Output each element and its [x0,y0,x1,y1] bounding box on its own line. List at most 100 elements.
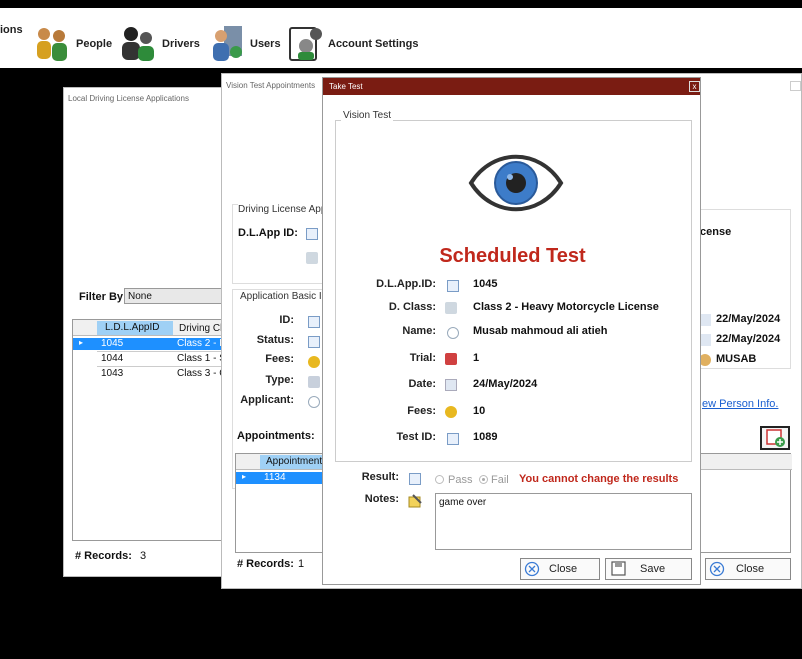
filter-label: Filter By: [79,291,127,303]
applicant-label: Applicant: [240,394,294,406]
money-icon [445,406,457,418]
close-button-label: Close [549,563,578,575]
id-label: ID: [279,314,294,326]
table-cell[interactable]: 1045 [101,338,123,349]
ldla-window: Local Driving License Applications Filte… [63,87,240,577]
license-card-icon [306,252,318,264]
menu-item-drivers[interactable]: Drivers [118,24,200,64]
fail-label: Fail [491,474,509,486]
id-icon [306,228,318,240]
save-icon [611,561,626,576]
money-icon [308,356,320,368]
main-menu-bar: ions People Drivers Users Account Settin… [0,8,802,68]
type-icon [308,376,320,388]
row-indicator-icon: ▸ [79,338,84,347]
id-icon [447,433,459,445]
basic-info-group-title: Application Basic I [240,291,322,302]
class-label: D. Class: [388,301,436,313]
id-icon [308,316,320,328]
notes-textarea[interactable]: game over [435,493,692,550]
show-person-info-link[interactable]: ew Person Info. [702,398,778,410]
test-id-label: Test ID: [396,431,436,443]
account-settings-icon [289,27,322,61]
save-button[interactable]: Save [605,558,692,580]
trial-label: Trial: [409,352,436,364]
filter-select-value: None [128,291,152,302]
person-icon [447,327,459,339]
id-icon [447,280,459,292]
date-value: 22/May/2024 [716,333,781,345]
add-appointment-button[interactable] [760,426,790,450]
close-circle-icon [709,561,725,577]
appointments-label: Appointments: [237,430,315,442]
person-icon [308,396,320,408]
records-label: # Records: [237,558,294,570]
save-button-label: Save [640,563,666,575]
license-card-icon [445,302,457,314]
records-count: 1 [298,558,305,570]
pass-radio[interactable] [435,475,444,484]
trial-value: 1 [473,352,480,364]
close-button[interactable]: Close [705,558,791,580]
fees-label: Fees: [407,405,436,417]
dlapp-id-label: D.L.App.ID: [376,278,436,290]
fees-label: Fees: [265,353,294,365]
created-by-value: MUSAB [716,353,757,365]
people-icon [37,28,67,61]
test-id-value: 1089 [473,431,498,443]
records-count: 3 [140,550,147,562]
dlapp-id-value: 1045 [473,278,498,290]
notes-icon [408,494,422,508]
window-title: Local Driving License Applications [68,94,189,103]
date-value: 22/May/2024 [716,313,781,325]
close-circle-icon [524,561,540,577]
notes-label: Notes: [364,493,399,505]
close-button[interactable]: Close [520,558,600,580]
title-bar: Take Test x [323,78,700,95]
date-label: Date: [408,378,436,390]
name-label: Name: [402,325,436,337]
row-indicator-icon: ▸ [242,472,247,481]
table-cell[interactable]: 1044 [101,353,123,364]
eye-icon [468,154,564,212]
pass-label: Pass [448,474,473,486]
menu-label-drivers: Drivers [162,38,200,50]
dla-id-label: D.L.App ID: [238,227,298,239]
menu-label-users: Users [250,38,281,50]
result-icon [409,473,421,485]
menu-item-account-settings[interactable]: Account Settings [288,24,418,64]
calendar-add-icon [766,429,785,447]
window-title: Vision Test Appointments [226,81,316,90]
dialog-title: Take Test [329,82,363,91]
records-label: # Records: [75,550,132,562]
fees-value: 10 [473,405,486,417]
dla-group-title: Driving License App [238,204,327,215]
menu-label-people: People [76,38,113,50]
dialog-close-button[interactable]: x [689,81,700,92]
table-cell[interactable]: 1134 [264,472,286,483]
status-label: Status: [256,334,294,346]
class-value: Class 2 - Heavy Motorcycle License [473,301,659,313]
type-label: Type: [265,374,294,386]
menu-item-people[interactable]: People [32,24,112,64]
column-header-ldlappid[interactable]: L.D.L.AppID [97,321,173,335]
menu-item-applications[interactable]: ions [0,24,23,36]
notes-text: game over [439,497,487,508]
menu-label-applications: ions [0,24,23,36]
fail-radio[interactable] [479,475,488,484]
scheduled-test-heading: Scheduled Test [439,245,586,267]
drivers-icon [122,27,154,61]
bus-icon [445,353,457,365]
menu-label-account-settings: Account Settings [328,38,419,50]
menu-item-users[interactable]: Users [210,24,281,64]
date-value: 24/May/2024 [473,378,538,390]
window-close-button[interactable] [790,81,801,91]
close-button-label: Close [736,563,765,575]
calendar-icon [445,379,457,391]
users-icon [213,26,242,61]
column-header-appointment[interactable]: Appointment [260,455,324,469]
status-icon [308,336,320,348]
group-title: Vision Test [341,110,393,121]
applications-grid[interactable]: L.D.L.AppID Driving Cla ▸ 1045 Class 2 -… [72,319,240,541]
table-cell[interactable]: 1043 [101,368,123,379]
